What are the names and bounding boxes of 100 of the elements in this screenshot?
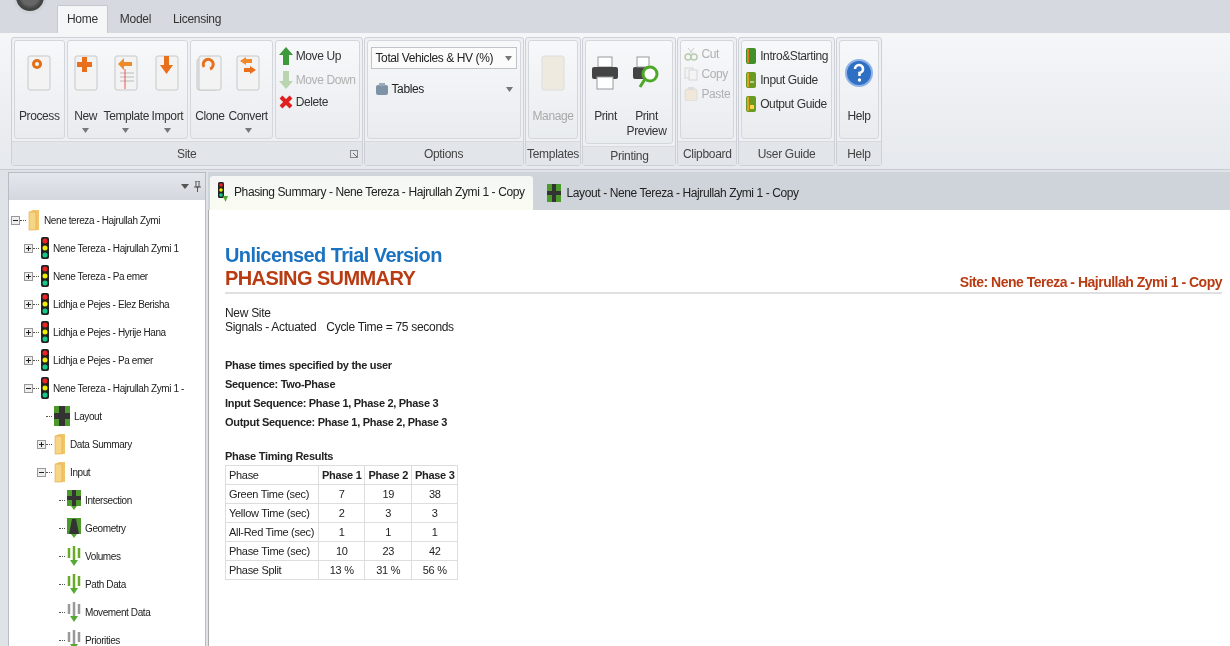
road-icon: [67, 518, 81, 538]
tree-item[interactable]: Nene Tereza - Hajrullah Zymi 1: [53, 242, 179, 254]
group-label: Printing: [610, 149, 649, 163]
report-title: PHASING SUMMARY: [225, 267, 416, 290]
arrows-icon: [67, 630, 81, 646]
traffic-light-icon: [41, 237, 49, 259]
note-text: Sequence: Two-Phase: [225, 377, 337, 392]
collapse-icon[interactable]: [37, 467, 46, 477]
arrows-icon: [67, 574, 81, 594]
caret-icon[interactable]: [244, 128, 252, 133]
tree-item[interactable]: Input: [70, 466, 91, 478]
caret-icon[interactable]: [82, 128, 90, 133]
caret-icon[interactable]: [163, 128, 171, 133]
arrows-icon: [67, 546, 81, 566]
book-icon: [745, 71, 758, 89]
group-label: Templates: [527, 146, 579, 161]
table-cell: Phase Split: [225, 560, 319, 580]
documents-icon: [195, 55, 224, 91]
tree-item[interactable]: Nene Tereza - Pa emer: [53, 270, 148, 282]
ribbon-tab[interactable]: Home: [57, 5, 108, 33]
ribbon-button[interactable]: Move Up: [278, 47, 356, 65]
ribbon-button[interactable]: Help: [841, 43, 876, 136]
ribbon-button[interactable]: Clone: [193, 43, 227, 136]
document-tab[interactable]: Phasing Summary - Nene Tereza - Hajrullah Zymi 1 - Copy: [210, 176, 533, 210]
tree-item[interactable]: Intersection: [85, 494, 132, 506]
column-header: Phase 1: [318, 465, 365, 485]
table-cell: Green Time (sec): [225, 484, 319, 504]
column-header: Phase: [225, 465, 319, 485]
arrows-icon: [67, 602, 81, 622]
collapse-icon[interactable]: [24, 383, 33, 393]
tree-item[interactable]: Priorities: [85, 634, 120, 646]
intersection-icon: [67, 490, 81, 510]
ribbon-button[interactable]: Print Preview: [622, 43, 671, 141]
folder-icon: [54, 433, 66, 455]
site-name: New Site: [225, 306, 272, 320]
tree-item[interactable]: Lidhja e Pejes - Elez Berisha: [53, 298, 170, 310]
ribbon-button[interactable]: Print: [588, 43, 623, 141]
expand-icon[interactable]: [24, 299, 33, 309]
tree-item[interactable]: Lidhja e Pejes - Pa emer: [53, 354, 153, 366]
expand-icon[interactable]: [37, 439, 46, 449]
group-label: Site: [177, 146, 197, 161]
traffic-light-icon: [41, 321, 49, 343]
table-cell: 1: [365, 522, 412, 542]
note-text: Output Sequence: Phase 1, Phase 2, Phase 3: [225, 415, 449, 430]
table-cell: Phase Time (sec): [225, 541, 319, 561]
site-title: Site: Nene Tereza - Hajrullah Zymi 1 - Copy: [959, 274, 1222, 290]
dropdown[interactable]: Tables: [370, 79, 517, 99]
table-cell: 2: [318, 503, 365, 523]
table-cell: 3: [411, 503, 458, 523]
expand-icon[interactable]: [24, 327, 33, 337]
tree-item[interactable]: Data Summary: [70, 438, 132, 450]
table-cell: 38: [411, 484, 458, 504]
traffic-light-icon: [218, 182, 228, 202]
ribbon-button[interactable]: Template: [101, 43, 150, 136]
ribbon-button[interactable]: Import: [149, 43, 186, 136]
table-title: Phase Timing Results: [225, 450, 335, 462]
collapse-icon[interactable]: [11, 215, 20, 225]
caret-icon[interactable]: [505, 86, 513, 92]
table-cell: 10: [318, 541, 365, 561]
scissors-icon: [684, 47, 699, 61]
table-cell: 13 %: [318, 560, 365, 580]
tree-item[interactable]: Nene tereza - Hajrullah Zymi: [44, 214, 161, 226]
group-label: User Guide: [757, 146, 816, 161]
ribbon-tab[interactable]: Model: [109, 5, 161, 33]
document-plus-icon: [71, 55, 100, 91]
ribbon-button[interactable]: Input Guide: [745, 71, 828, 89]
intersection-icon: [54, 406, 70, 426]
document-tab[interactable]: Layout - Nene Tereza - Hajrullah Zymi 1 - Copy: [538, 178, 807, 210]
pin-icon[interactable]: [194, 181, 201, 192]
ribbon-button[interactable]: Delete: [278, 95, 356, 109]
tree-item[interactable]: Lidhja e Pejes - Hyrije Hana: [53, 326, 166, 338]
expand-icon[interactable]: [24, 355, 33, 365]
traffic-light-icon: [41, 265, 49, 287]
caret-icon[interactable]: [504, 55, 512, 61]
ribbon-button[interactable]: Output Guide: [745, 95, 828, 113]
table-cell: Yellow Time (sec): [225, 503, 319, 523]
tree-item[interactable]: Geometry: [85, 522, 126, 534]
expand-icon[interactable]: [24, 243, 33, 253]
group-label: Options: [423, 146, 464, 161]
ribbon-button[interactable]: Process: [17, 43, 62, 136]
tree-item[interactable]: Layout: [74, 410, 102, 422]
tree-item[interactable]: Volumes: [85, 550, 121, 562]
ribbon-button[interactable]: Intro&Starting: [745, 47, 828, 65]
ribbon-button[interactable]: New: [69, 43, 102, 136]
dialog-launcher-icon[interactable]: [349, 150, 358, 158]
caret-icon[interactable]: [181, 183, 189, 190]
toolbox-icon: [374, 82, 389, 96]
tree-item[interactable]: Path Data: [85, 578, 126, 590]
caret-icon[interactable]: [122, 128, 130, 133]
cycle-time: Cycle Time = 75 seconds: [326, 320, 454, 334]
ribbon-button[interactable]: Convert: [226, 43, 270, 136]
ribbon-tab[interactable]: Licensing: [163, 5, 231, 33]
traffic-light-icon: [41, 377, 49, 399]
table-cell: All-Red Time (sec): [225, 522, 319, 542]
book-icon: [745, 47, 758, 65]
tree-item[interactable]: Movement Data: [85, 606, 151, 618]
dropdown[interactable]: Total Vehicles & HV (%): [370, 47, 517, 69]
expand-icon[interactable]: [24, 271, 33, 281]
tree-item[interactable]: Nene Tereza - Hajrullah Zymi 1 -: [53, 382, 184, 394]
column-header: Phase 2: [365, 465, 412, 485]
